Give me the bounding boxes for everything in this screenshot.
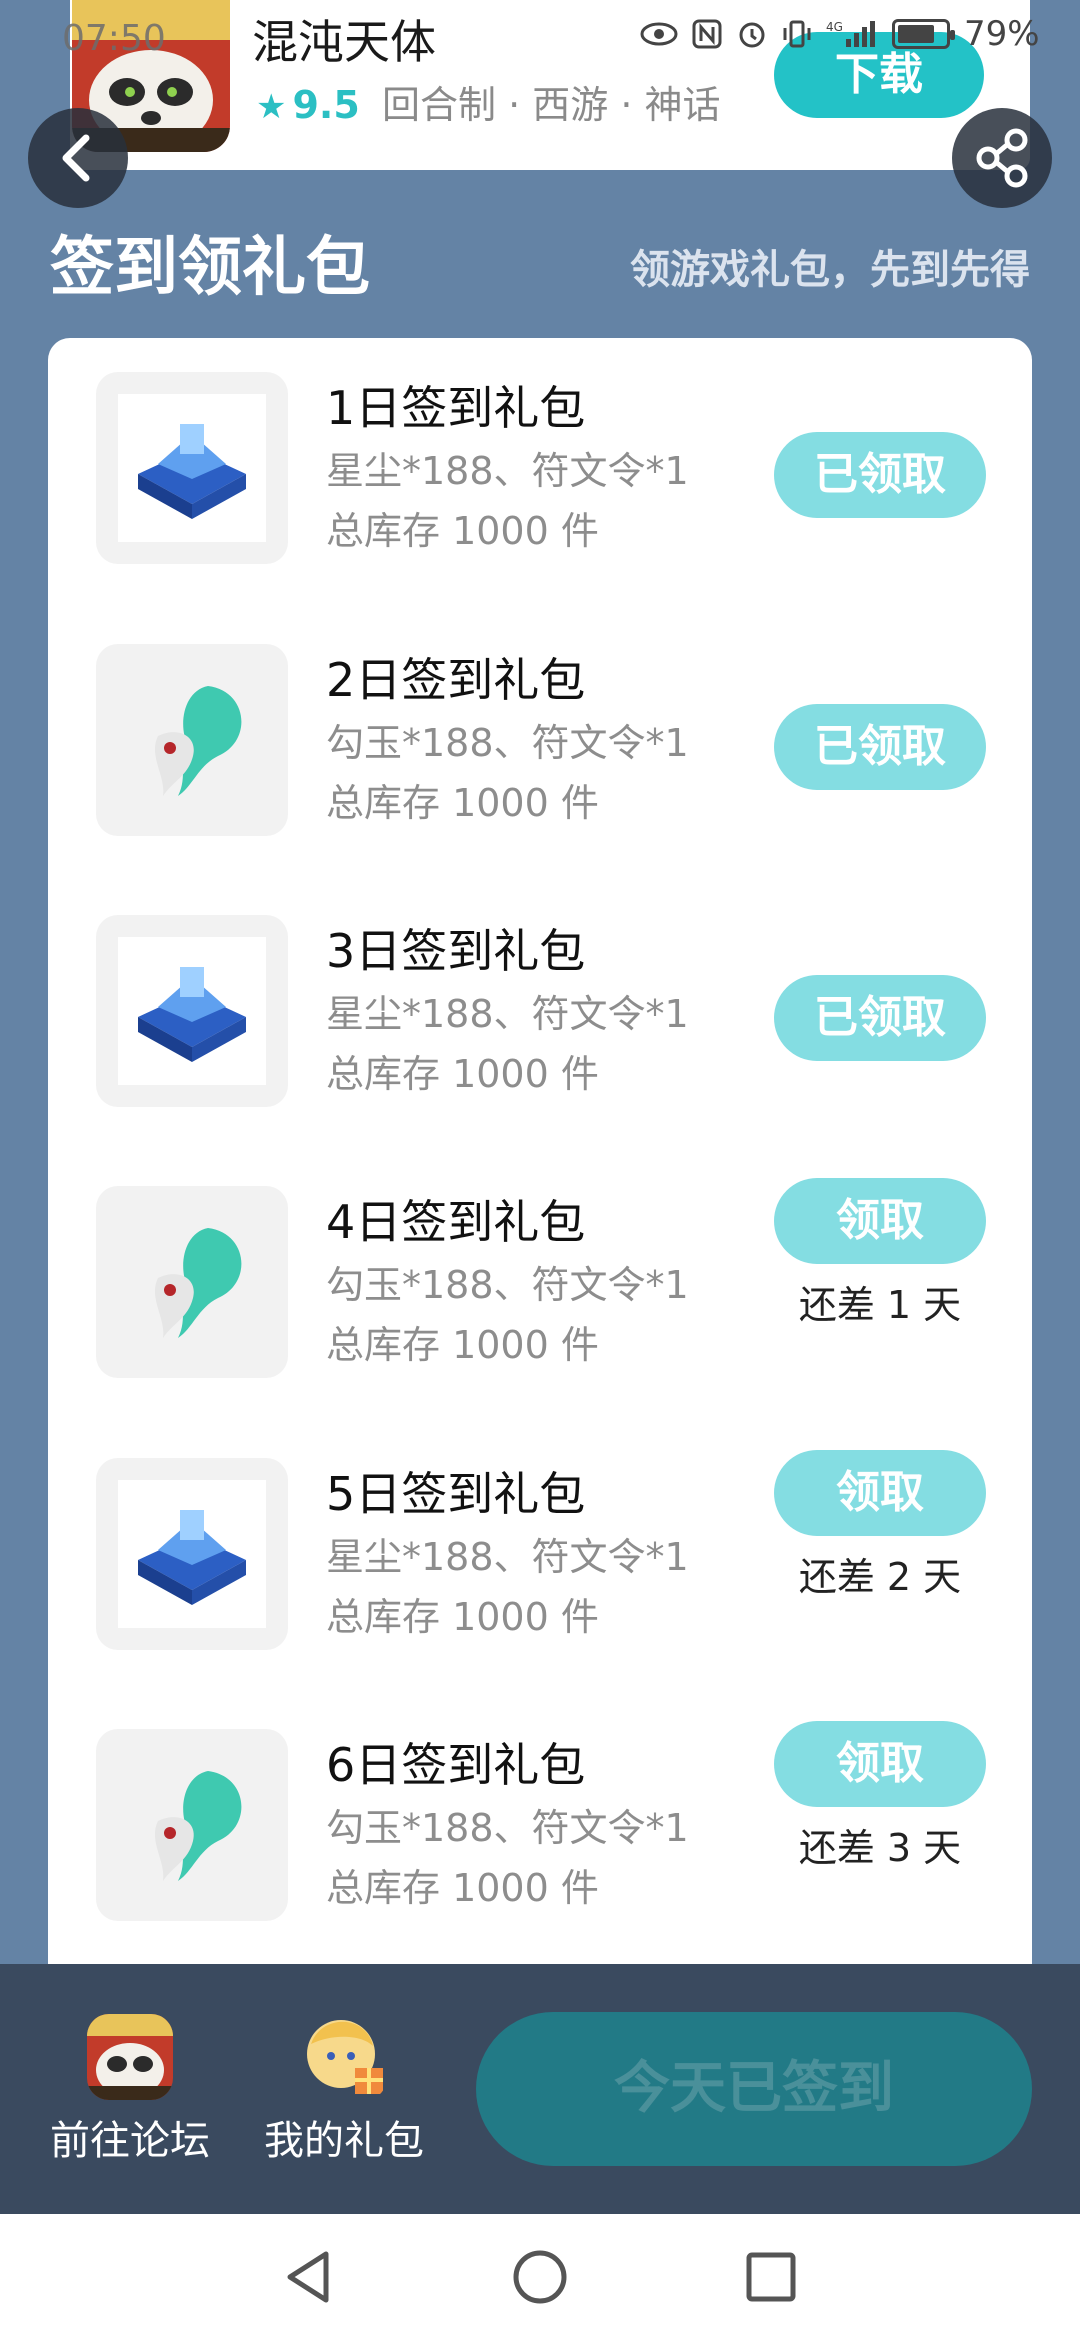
- claimed-button[interactable]: 已领取: [774, 975, 986, 1061]
- signal-icon: 4G: [826, 20, 875, 47]
- battery-percent: 79%: [964, 14, 1040, 54]
- star-dust-chest-icon: [118, 1480, 266, 1628]
- gift-content: 勾玉*188、符文令*1: [326, 1806, 689, 1850]
- battery-level: [898, 25, 935, 43]
- gift-thumb: [96, 1186, 288, 1378]
- gift-thumb: [96, 915, 288, 1107]
- star-dust-chest-icon: [118, 937, 266, 1085]
- gift-row-4: 4日签到礼包 勾玉*188、符文令*1 总库存 1000 件 领取 还差 1 天: [48, 1152, 1032, 1392]
- app-name: 混沌天体: [252, 15, 436, 69]
- triangle-back-icon: [287, 2251, 329, 2303]
- claim-button[interactable]: 领取: [774, 1178, 986, 1264]
- gift-content: 勾玉*188、符文令*1: [326, 721, 689, 765]
- gift-avatar-icon: [301, 2014, 387, 2100]
- bottom-action-bar: 前往论坛 我的礼包 今天已签到: [0, 1964, 1080, 2214]
- gift-row-1: 1日签到礼包 星尘*188、符文令*1 总库存 1000 件 已领取: [48, 338, 1032, 578]
- section-subtitle: 领游戏礼包，先到先得: [630, 247, 1030, 293]
- gift-thumb: [96, 372, 288, 564]
- eye-icon: [640, 22, 678, 46]
- rating-value: 9.5: [292, 83, 360, 127]
- gift-stock: 总库存 1000 件: [326, 509, 599, 553]
- star-icon: ★: [256, 87, 287, 127]
- gift-name: 4日签到礼包: [326, 1195, 586, 1249]
- nav-back-button[interactable]: [276, 2244, 342, 2310]
- gift-thumb: [96, 1458, 288, 1650]
- days-remaining: 还差 1 天: [798, 1283, 962, 1327]
- gift-stock: 总库存 1000 件: [326, 1866, 599, 1910]
- gift-stock: 总库存 1000 件: [326, 781, 599, 825]
- gift-name: 6日签到礼包: [326, 1738, 586, 1792]
- gift-content: 星尘*188、符文令*1: [326, 992, 689, 1036]
- days-remaining: 还差 3 天: [798, 1826, 962, 1870]
- status-icons: 4G 79%: [640, 14, 1040, 54]
- nav-recents-button[interactable]: [738, 2244, 804, 2310]
- battery-icon: [892, 19, 955, 49]
- gift-row-2: 2日签到礼包 勾玉*188、符文令*1 总库存 1000 件 已领取: [48, 610, 1032, 850]
- section-title: 签到领礼包: [50, 231, 370, 305]
- gift-name: 1日签到礼包: [326, 381, 586, 435]
- forum-link[interactable]: 前往论坛: [40, 2014, 220, 2166]
- square-recents-icon: [746, 2252, 796, 2302]
- gift-name: 5日签到礼包: [326, 1467, 586, 1521]
- gift-stock: 总库存 1000 件: [326, 1323, 599, 1367]
- app-tags: 回合制 · 西游 · 神话: [382, 83, 721, 127]
- share-button[interactable]: [952, 108, 1052, 208]
- my-gifts-link[interactable]: 我的礼包: [254, 2014, 434, 2166]
- gift-content: 星尘*188、符文令*1: [326, 449, 689, 493]
- gift-row-3: 3日签到礼包 星尘*188、符文令*1 总库存 1000 件 已领取: [48, 881, 1032, 1121]
- chevron-left-icon: [62, 134, 90, 182]
- gift-name: 3日签到礼包: [326, 924, 586, 978]
- gift-thumb: [96, 1729, 288, 1921]
- nav-home-button[interactable]: [507, 2244, 573, 2310]
- magatama-icon: [118, 666, 266, 814]
- share-icon: [976, 128, 1028, 188]
- days-remaining: 还差 2 天: [798, 1555, 962, 1599]
- circle-home-icon: [513, 2250, 567, 2304]
- magatama-icon: [118, 1208, 266, 1356]
- claim-button[interactable]: 领取: [774, 1450, 986, 1536]
- gift-row-5: 5日签到礼包 星尘*188、符文令*1 总库存 1000 件 领取 还差 2 天: [48, 1424, 1032, 1664]
- star-dust-chest-icon: [118, 394, 266, 542]
- gift-name: 2日签到礼包: [326, 653, 586, 707]
- forum-game-icon: [87, 2014, 173, 2100]
- vibrate-icon: [783, 20, 811, 48]
- gift-content: 星尘*188、符文令*1: [326, 1535, 689, 1579]
- network-label: 4G: [826, 20, 843, 34]
- back-button[interactable]: [28, 108, 128, 208]
- claim-button[interactable]: 领取: [774, 1721, 986, 1807]
- forum-label: 前往论坛: [50, 2118, 210, 2164]
- app-rating: ★ 9.5: [256, 80, 360, 132]
- signed-in-button[interactable]: 今天已签到: [476, 2012, 1032, 2166]
- status-time: 07:50: [62, 18, 166, 59]
- my-gifts-label: 我的礼包: [264, 2118, 424, 2164]
- alarm-icon: [739, 22, 765, 48]
- nfc-icon: [692, 19, 722, 49]
- gift-row-6: 6日签到礼包 勾玉*188、符文令*1 总库存 1000 件 领取 还差 3 天: [48, 1695, 1032, 1935]
- gift-stock: 总库存 1000 件: [326, 1052, 599, 1096]
- gift-content: 勾玉*188、符文令*1: [326, 1263, 689, 1307]
- magatama-icon: [118, 1751, 266, 1899]
- system-nav-bar: [0, 2214, 1080, 2340]
- claimed-button[interactable]: 已领取: [774, 704, 986, 790]
- gift-stock: 总库存 1000 件: [326, 1595, 599, 1639]
- gift-thumb: [96, 644, 288, 836]
- gift-list: 1日签到礼包 星尘*188、符文令*1 总库存 1000 件 已领取 2日签到礼…: [48, 338, 1032, 1978]
- claimed-button[interactable]: 已领取: [774, 432, 986, 518]
